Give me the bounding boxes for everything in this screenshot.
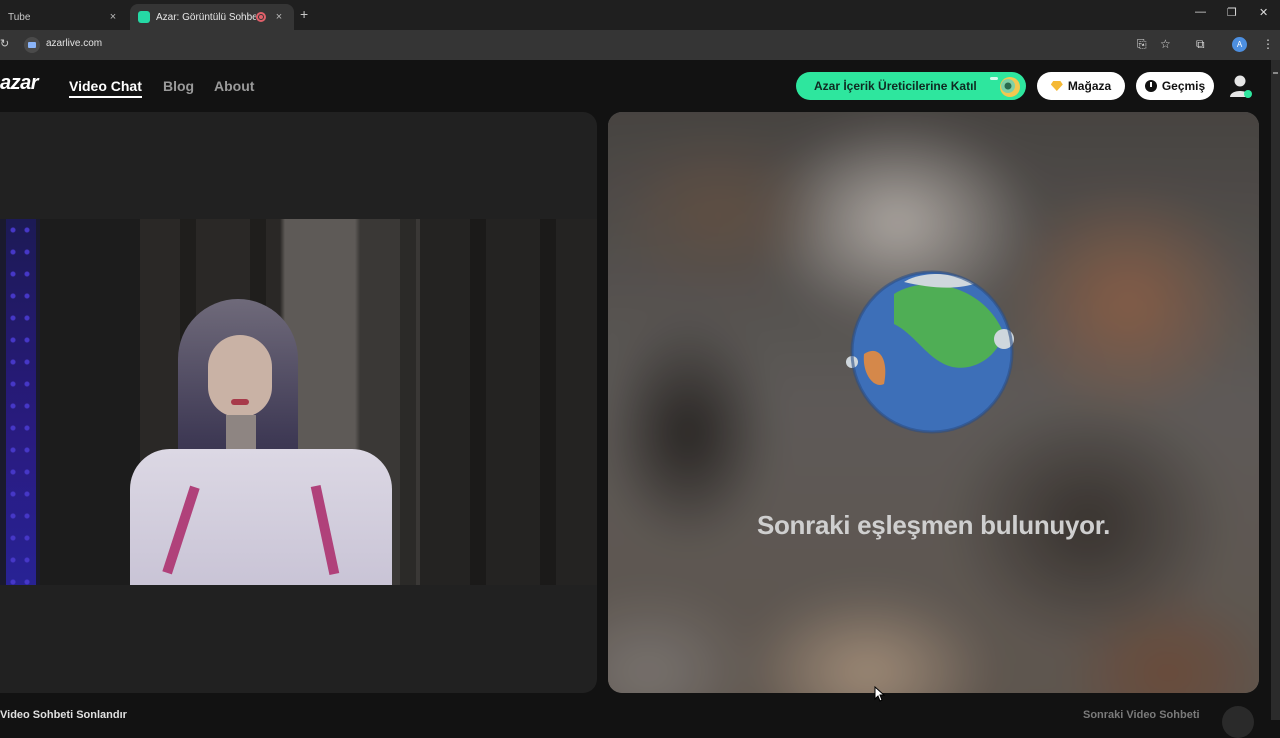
azar-favicon-icon (138, 11, 150, 23)
restore-button[interactable]: ❐ (1227, 6, 1237, 19)
close-window-button[interactable]: ✕ (1259, 6, 1268, 19)
my-camera-panel (0, 112, 597, 693)
background-lights (6, 219, 36, 585)
matching-status-text: Sonraki eşleşmen bulunuyor. (756, 510, 1111, 540)
video-call-icon[interactable] (24, 37, 40, 53)
join-creators-button[interactable]: Azar İçerik Üreticilerine Katıl (796, 72, 1026, 100)
globe-icon (846, 270, 1014, 434)
browser-tab-azar[interactable]: Azar: Görüntülü Sohbet & Y × (130, 4, 294, 30)
shop-button[interactable]: Mağaza (1037, 72, 1125, 100)
nav-blog[interactable]: Blog (163, 78, 194, 94)
next-video-chat-button[interactable]: Sonraki Video Sohbeti (1083, 709, 1200, 721)
kebab-menu-icon[interactable]: ⋮ (1262, 37, 1274, 51)
curtain-fold (400, 219, 416, 585)
nav-about[interactable]: About (214, 78, 254, 94)
next-chat-round-button[interactable] (1222, 706, 1254, 738)
install-app-icon[interactable]: ⎘ (1137, 37, 1147, 52)
puzzle-icon[interactable]: ⧉ (1196, 37, 1205, 52)
tab-title: Azar: Görüntülü Sohbet & Y (156, 11, 256, 23)
azar-logo[interactable]: azar (0, 72, 39, 95)
join-creators-label: Azar İçerik Üreticilerine Katıl (814, 79, 977, 93)
person-lips (231, 399, 249, 405)
minimize-button[interactable]: — (1195, 6, 1206, 18)
diamond-icon (1050, 81, 1063, 91)
tab-title: Tube (8, 11, 31, 23)
browser-profile-avatar[interactable]: A (1232, 37, 1247, 52)
clock-icon (1144, 80, 1157, 92)
curtain-fold (540, 219, 556, 585)
my-camera-feed (0, 219, 597, 585)
nav-video-chat[interactable]: Video Chat (69, 78, 142, 98)
close-tab-icon[interactable]: × (106, 11, 120, 23)
shop-label: Mağaza (1067, 79, 1112, 93)
new-tab-button[interactable]: + (300, 6, 308, 22)
url-field[interactable]: azarlive.com (46, 38, 102, 49)
history-button[interactable]: Geçmiş (1136, 72, 1214, 100)
star-icon[interactable]: ☆ (1160, 37, 1171, 51)
end-video-chat-button[interactable]: Video Sohbeti Sonlandır (0, 709, 127, 721)
curtain-fold (470, 219, 486, 585)
user-video-person (130, 299, 392, 585)
scrollbar[interactable] (1271, 60, 1280, 720)
close-tab-icon[interactable]: × (272, 11, 286, 23)
reload-icon[interactable]: ↻ (0, 37, 9, 50)
recording-icon (256, 12, 266, 22)
browser-tabstrip: Tube × Azar: Görüntülü Sohbet & Y × + — … (0, 0, 1280, 30)
browser-tab-youtube[interactable]: Tube × (0, 4, 128, 30)
user-avatar-icon[interactable] (1228, 73, 1252, 99)
mouse-cursor-icon (874, 686, 886, 702)
camera-sparkle-icon (990, 77, 1020, 97)
history-label: Geçmiş (1161, 79, 1206, 93)
partner-video-panel: Sonraki eşleşmen bulunuyor. (608, 112, 1259, 693)
address-bar-row: ↻ azarlive.com ⎘ ☆ ⧉ ⋮ (0, 30, 1280, 60)
